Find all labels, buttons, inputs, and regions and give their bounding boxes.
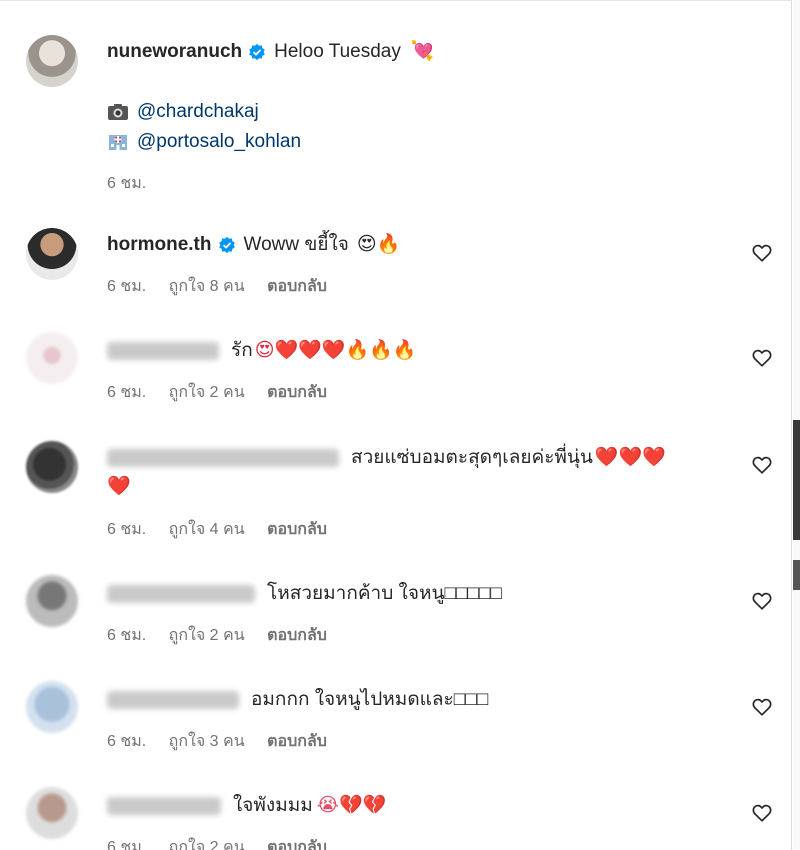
comment-meta: 6 ชม. ถูกใจ 8 คน ตอบกลับ	[107, 274, 345, 299]
like-heart-icon[interactable]	[751, 454, 773, 476]
reply-button[interactable]: ตอบกลับ	[267, 384, 327, 401]
comment-emojis: ❤️❤️❤️	[594, 447, 666, 468]
comment-text: ใจพังมมม	[233, 795, 313, 816]
comment-meta: 6 ชม. ถูกใจ 3 คน ตอบกลับ	[107, 729, 345, 754]
like-count[interactable]: ถูกใจ 8 คน	[169, 278, 245, 295]
comment-text: อมกกก ใจหนูไปหมดและ□□□	[251, 689, 489, 710]
camera-icon	[108, 103, 128, 120]
avatar[interactable]	[26, 575, 78, 627]
comment-meta: 6 ชม. ถูกใจ 2 คน ตอบกลับ	[107, 835, 345, 850]
verified-badge-icon	[249, 43, 265, 61]
hotel-icon	[109, 134, 127, 150]
blurred-username[interactable]	[107, 449, 339, 467]
comment-emojis: 😍❤️❤️❤️🔥🔥🔥	[254, 340, 417, 361]
comment-time: 6 ชม.	[107, 384, 147, 401]
comment-text: Woww ขยี้ใจ	[243, 234, 349, 255]
reply-button[interactable]: ตอบกลับ	[267, 521, 327, 538]
comment-text: สวยแซ่บอมตะสุดๆเลยค่ะพี่นุ่น	[351, 447, 593, 468]
blurred-username[interactable]	[107, 797, 221, 815]
blurred-username[interactable]	[107, 585, 255, 603]
blurred-username[interactable]	[107, 342, 219, 360]
mention-row: @chardchakaj	[107, 99, 259, 125]
username[interactable]: nuneworanuch	[107, 39, 242, 65]
caption-emoji: 💘	[410, 41, 435, 62]
like-heart-icon[interactable]	[751, 242, 773, 264]
like-count[interactable]: ถูกใจ 3 คน	[169, 733, 245, 750]
verified-badge-icon	[218, 236, 235, 254]
comment-text: รัก	[231, 340, 253, 361]
mention-link[interactable]: @chardchakaj	[137, 101, 259, 122]
reply-button[interactable]: ตอบกลับ	[267, 278, 327, 295]
username[interactable]: hormone.th	[107, 232, 212, 258]
like-count[interactable]: ถูกใจ 2 คน	[169, 627, 245, 644]
reply-button[interactable]: ตอบกลับ	[267, 839, 327, 850]
comments-panel: nuneworanuch Heloo Tuesday 💘 @chardchaka…	[0, 0, 792, 850]
reply-button[interactable]: ตอบกลับ	[267, 627, 327, 644]
like-heart-icon[interactable]	[751, 347, 773, 369]
avatar[interactable]	[26, 228, 78, 280]
reply-button[interactable]: ตอบกลับ	[267, 733, 327, 750]
avatar[interactable]	[26, 332, 78, 384]
background-edge	[793, 0, 800, 850]
avatar[interactable]	[26, 787, 78, 839]
comment-emojis: 😍🔥	[356, 234, 401, 255]
caption-text: Heloo Tuesday	[274, 41, 401, 62]
avatar[interactable]	[26, 681, 78, 733]
comment-meta: 6 ชม. ถูกใจ 4 คน ตอบกลับ	[107, 517, 345, 542]
like-count[interactable]: ถูกใจ 4 คน	[169, 521, 245, 538]
avatar[interactable]	[26, 35, 78, 87]
comment-meta: 6 ชม. ถูกใจ 2 คน ตอบกลับ	[107, 623, 345, 648]
avatar[interactable]	[26, 441, 78, 493]
like-count[interactable]: ถูกใจ 2 คน	[169, 384, 245, 401]
like-heart-icon[interactable]	[751, 802, 773, 824]
comment-time: 6 ชม.	[107, 627, 147, 644]
background-edge	[793, 420, 800, 540]
like-count[interactable]: ถูกใจ 2 คน	[169, 839, 245, 850]
like-heart-icon[interactable]	[751, 696, 773, 718]
comment-text: โหสวยมากค้าบ ใจหนู□□□□□	[267, 583, 502, 604]
blurred-username[interactable]	[107, 691, 239, 709]
comment-time: 6 ชม.	[107, 839, 147, 850]
comment-time: 6 ชม.	[107, 733, 147, 750]
background-edge	[793, 560, 800, 590]
comment-time: 6 ชม.	[107, 278, 147, 295]
comment-time: 6 ชม.	[107, 521, 147, 538]
comment-emojis: 😭💔💔	[316, 795, 387, 816]
comment-emojis: ❤️	[107, 476, 131, 497]
like-heart-icon[interactable]	[751, 590, 773, 612]
post-time: 6 ชม.	[107, 175, 147, 192]
mention-row: @portosalo_kohlan	[107, 129, 301, 155]
mention-link[interactable]: @portosalo_kohlan	[137, 131, 301, 152]
comment-meta: 6 ชม. ถูกใจ 2 คน ตอบกลับ	[107, 380, 345, 405]
